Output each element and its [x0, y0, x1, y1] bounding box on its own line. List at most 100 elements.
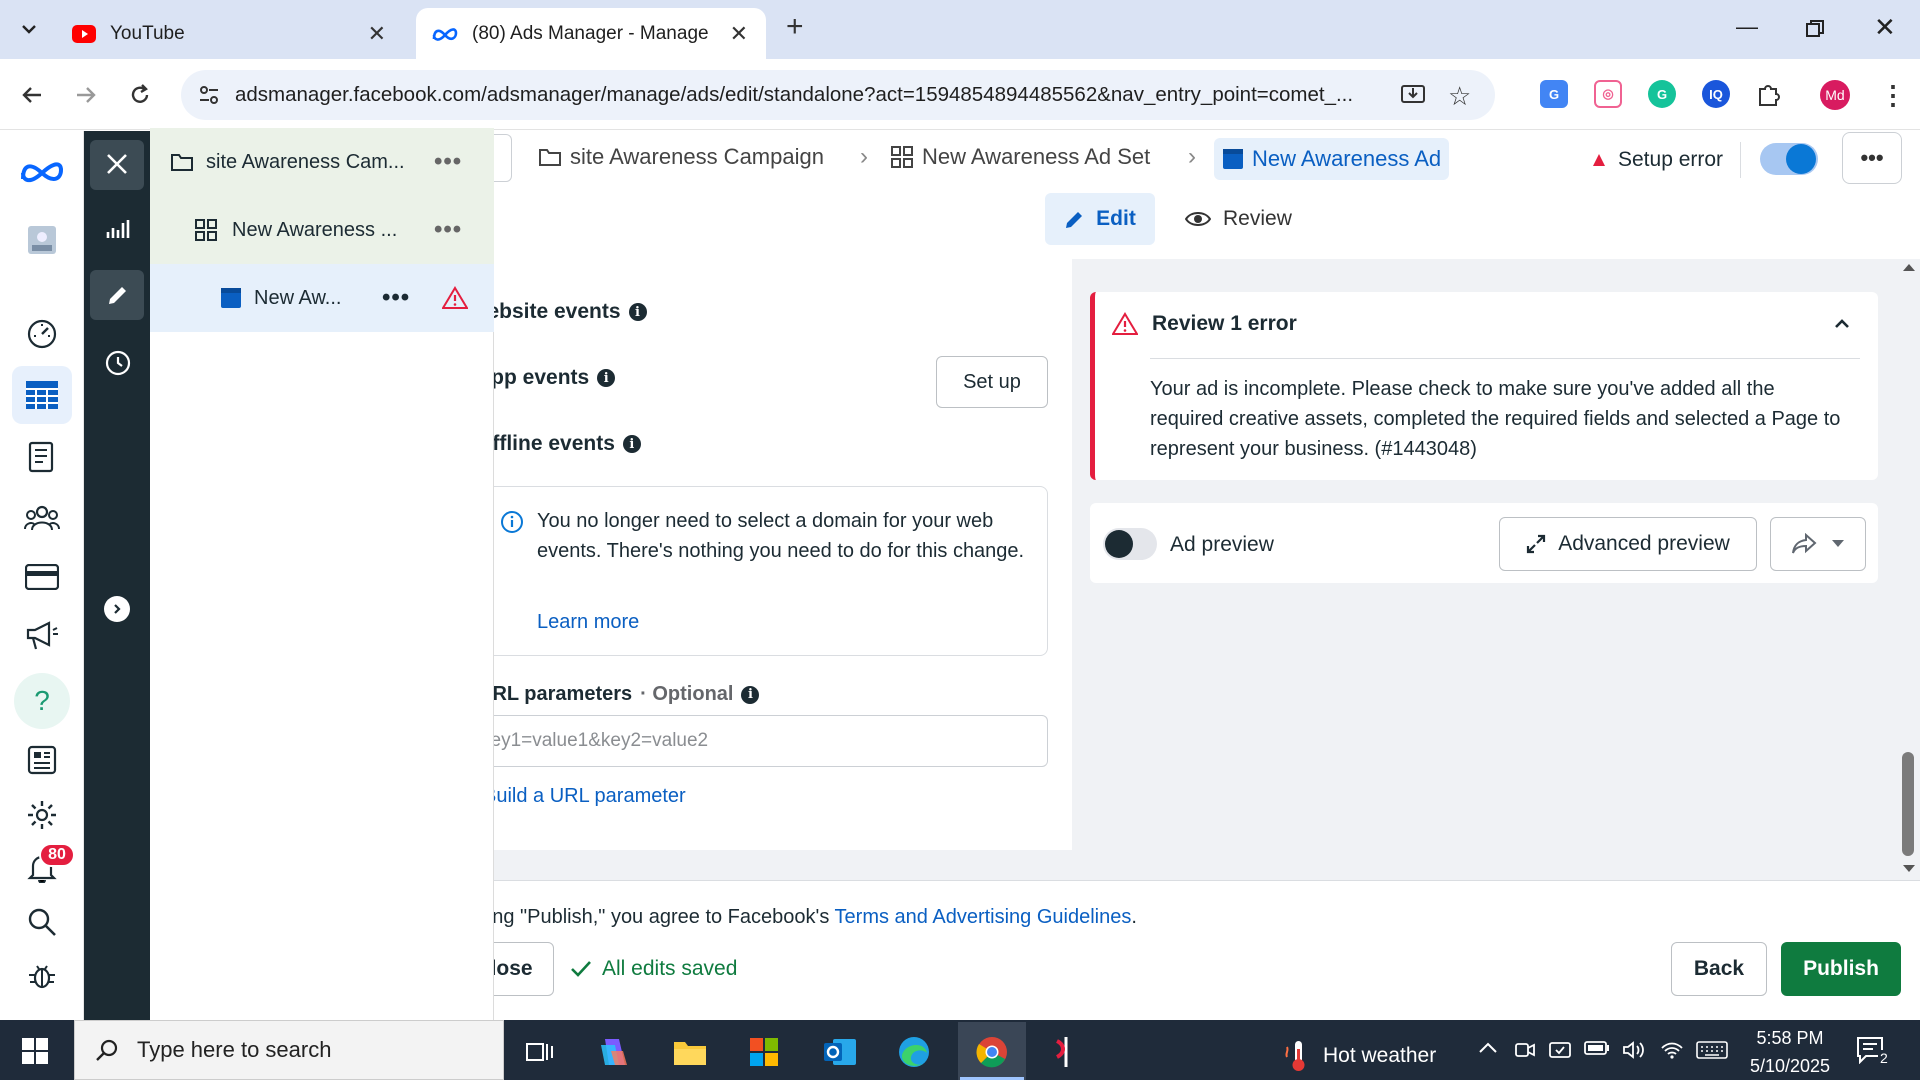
reload-icon[interactable] [128, 83, 152, 107]
audiences-icon[interactable] [20, 496, 64, 540]
setup-error-status[interactable]: Setup error [1592, 148, 1723, 172]
task-view-icon[interactable] [518, 1030, 562, 1074]
tree-item-campaign[interactable]: site Awareness Cam... ••• [150, 128, 494, 196]
pinned-app-icon[interactable] [1044, 1030, 1088, 1074]
build-url-parameter-link[interactable]: Build a URL parameter [494, 785, 686, 808]
info-icon[interactable]: i [741, 685, 760, 704]
info-icon[interactable]: i [628, 303, 647, 321]
minimize-icon[interactable]: — [1736, 14, 1758, 40]
close-tab-icon[interactable]: ✕ [730, 21, 748, 47]
more-actions-button[interactable]: ••• [1842, 132, 1902, 184]
campaigns-table-icon[interactable] [20, 373, 64, 417]
search-icon[interactable] [20, 900, 64, 944]
wifi-icon[interactable] [1660, 1040, 1684, 1060]
back-button[interactable]: Back [1671, 942, 1767, 996]
more-options-icon[interactable]: ••• [382, 284, 410, 312]
grammarly-icon[interactable]: G [1648, 80, 1676, 108]
close-button[interactable]: Close [494, 942, 554, 996]
app-events-label: App events i [494, 366, 616, 390]
terms-link[interactable]: Terms and Advertising Guidelines [835, 906, 1132, 928]
tab-youtube[interactable]: YouTube ✕ [57, 8, 404, 59]
edge-browser-icon[interactable] [892, 1030, 936, 1074]
new-tab-icon[interactable]: + [786, 10, 804, 44]
dashboard-gauge-icon[interactable] [20, 312, 64, 356]
weather-widget[interactable]: Hot weather [1283, 1039, 1436, 1073]
bug-report-icon[interactable] [20, 954, 64, 998]
extensions-puzzle-icon[interactable] [1756, 81, 1782, 107]
tab-review[interactable]: Review [1185, 207, 1292, 231]
restore-icon[interactable] [1806, 20, 1824, 38]
show-hidden-icons-chevron-icon[interactable] [1478, 1040, 1498, 1054]
tab-edit[interactable]: Edit [1045, 193, 1155, 245]
help-question-icon[interactable]: ? [20, 679, 64, 723]
folder-icon [171, 154, 193, 171]
meet-now-icon[interactable] [1514, 1040, 1536, 1060]
ad-status-toggle[interactable] [1760, 143, 1818, 175]
ad-preview-toggle[interactable] [1103, 528, 1157, 560]
tab-ads-manager[interactable]: (80) Ads Manager - Manage ads ✕ [416, 8, 766, 59]
setup-app-events-button[interactable]: Set up [936, 356, 1048, 408]
back-arrow-icon[interactable] [20, 83, 44, 107]
more-options-icon[interactable]: ••• [434, 148, 462, 176]
close-tab-icon[interactable]: ✕ [368, 21, 386, 47]
expand-chevron-icon[interactable] [104, 596, 130, 622]
chrome-browser-icon[interactable] [970, 1030, 1014, 1074]
info-icon[interactable]: i [597, 369, 616, 387]
profile-avatar[interactable]: Md [1820, 80, 1850, 110]
copilot-icon[interactable] [592, 1030, 636, 1074]
tab-search-chevron-icon[interactable] [18, 18, 40, 40]
settings-gear-icon[interactable] [20, 793, 64, 837]
iq-extension-icon[interactable]: IQ [1702, 80, 1730, 108]
close-window-icon[interactable]: ✕ [1874, 12, 1896, 43]
optional-text: · Optional [640, 683, 734, 705]
site-info-icon[interactable] [198, 84, 220, 106]
ads-reporting-megaphone-icon[interactable] [20, 614, 64, 658]
info-icon[interactable]: i [622, 435, 641, 453]
battery-icon[interactable] [1584, 1040, 1610, 1056]
account-avatar-icon[interactable] [20, 218, 64, 262]
scroll-down-icon[interactable] [1902, 864, 1916, 874]
action-center-button[interactable]: 2 [1856, 1036, 1890, 1066]
url-text[interactable]: adsmanager.facebook.com/adsmanager/manag… [235, 83, 1375, 107]
history-clock-icon[interactable] [105, 350, 131, 376]
share-preview-button[interactable] [1770, 517, 1866, 571]
warning-triangle-icon [442, 286, 468, 309]
scrollbar-thumb[interactable] [1902, 752, 1914, 856]
reports-icon[interactable] [20, 435, 64, 479]
google-translate-icon[interactable]: G [1540, 80, 1568, 108]
collapse-chevron-up-icon[interactable] [1832, 314, 1852, 334]
windows-start-icon[interactable] [22, 1038, 48, 1064]
screenshot-extension-icon[interactable]: ◎ [1594, 80, 1622, 108]
tree-item-ad[interactable]: New Aw... ••• [150, 264, 494, 332]
keyboard-icon[interactable] [1696, 1040, 1728, 1060]
forward-arrow-icon[interactable] [74, 83, 98, 107]
tree-item-adset[interactable]: New Awareness ... ••• [150, 196, 494, 264]
volume-speaker-icon[interactable] [1622, 1040, 1646, 1060]
meta-logo-icon[interactable] [20, 150, 64, 194]
scroll-up-icon[interactable] [1902, 262, 1916, 272]
performance-chart-icon[interactable] [106, 218, 130, 240]
browser-menu-icon[interactable]: ⋮ [1880, 80, 1906, 111]
bookmark-star-icon[interactable]: ☆ [1448, 81, 1471, 112]
taskbar-search-box[interactable]: Type here to search [74, 1020, 504, 1080]
microsoft-store-icon[interactable] [742, 1030, 786, 1074]
screen-capture-icon[interactable] [1548, 1040, 1572, 1060]
thermometer-icon [1285, 1041, 1305, 1071]
more-options-icon[interactable]: ••• [434, 216, 462, 244]
notification-badge: 80 [39, 843, 75, 867]
breadcrumb-adset[interactable]: New Awareness Ad Set [890, 144, 1150, 170]
publish-button[interactable]: Publish [1781, 942, 1901, 996]
news-feed-icon[interactable] [20, 738, 64, 782]
url-parameters-input[interactable]: key1=value1&key2=value2 [494, 715, 1048, 767]
system-clock[interactable]: 5:58 PM 5/10/2025 [1740, 1024, 1840, 1080]
billing-card-icon[interactable] [20, 555, 64, 599]
install-app-icon[interactable] [1400, 82, 1426, 108]
outlook-icon[interactable] [818, 1030, 862, 1074]
breadcrumb-campaign[interactable]: site Awareness Campaign [538, 144, 824, 170]
review-error-title[interactable]: Review 1 error [1112, 312, 1297, 336]
search-placeholder: Type here to search [137, 1037, 332, 1062]
advanced-preview-button[interactable]: Advanced preview [1499, 517, 1757, 571]
file-explorer-icon[interactable] [668, 1030, 712, 1074]
breadcrumb-ad[interactable]: New Awareness Ad [1214, 138, 1450, 180]
learn-more-link[interactable]: Learn more [537, 611, 639, 634]
